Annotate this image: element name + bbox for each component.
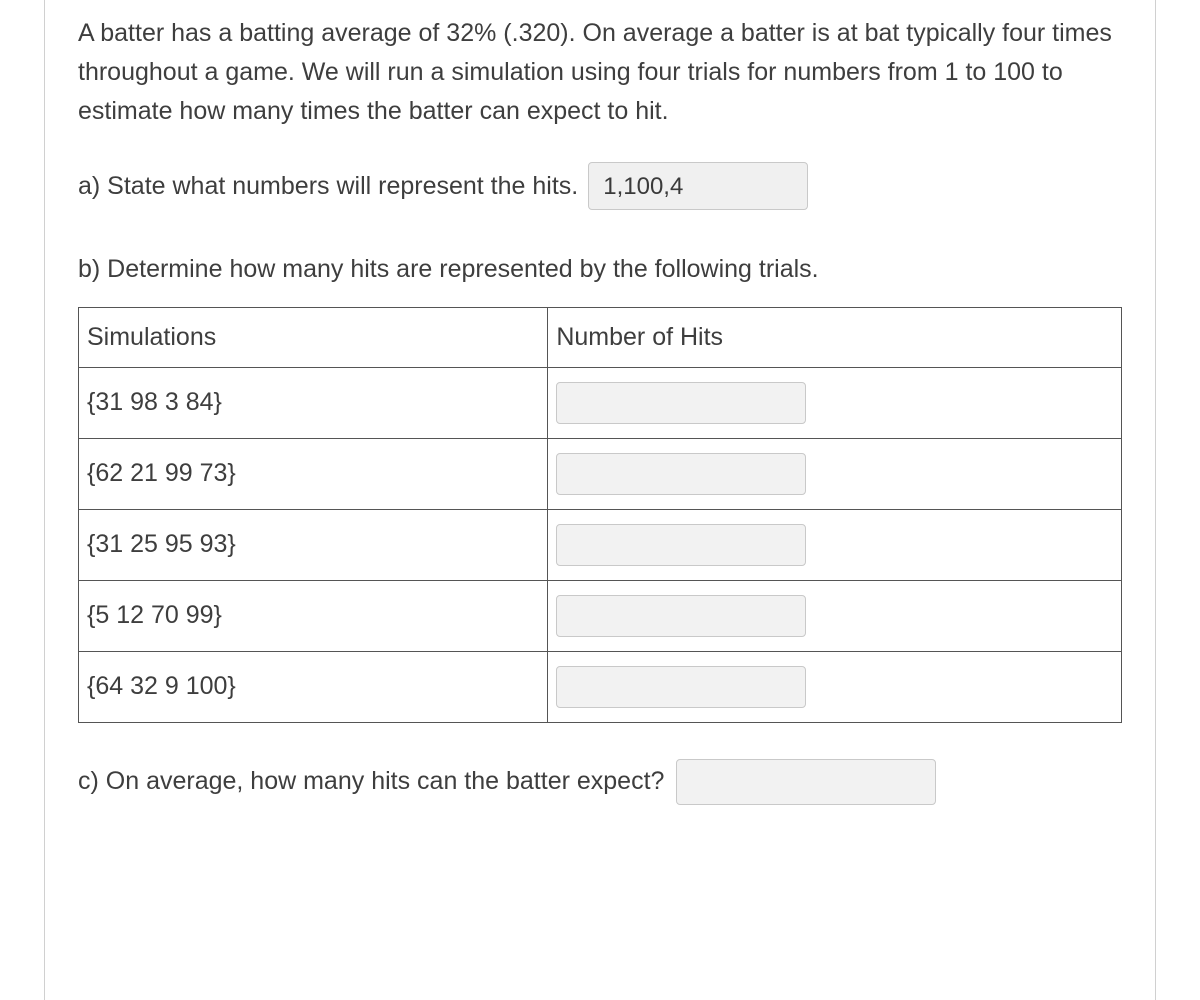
content-area: A batter has a batting average of 32% (.… — [78, 14, 1122, 805]
hits-input-4[interactable] — [556, 666, 806, 708]
sim-cell: {64 32 9 100} — [79, 651, 548, 722]
sim-cell: {31 98 3 84} — [79, 367, 548, 438]
hits-input-1[interactable] — [556, 453, 806, 495]
part-a-input[interactable]: 1,100,4 — [588, 162, 808, 210]
table-row: {64 32 9 100} — [79, 651, 1122, 722]
right-rule — [1155, 0, 1156, 1000]
part-b-label: b) Determine how many hits are represent… — [78, 250, 1122, 289]
table-row: {62 21 99 73} — [79, 438, 1122, 509]
header-simulations: Simulations — [79, 308, 548, 368]
sim-cell: {5 12 70 99} — [79, 580, 548, 651]
table-row: {31 25 95 93} — [79, 509, 1122, 580]
sim-cell: {31 25 95 93} — [79, 509, 548, 580]
table-row: {5 12 70 99} — [79, 580, 1122, 651]
part-c-row: c) On average, how many hits can the bat… — [78, 759, 1122, 805]
table-header-row: Simulations Number of Hits — [79, 308, 1122, 368]
part-a-row: a) State what numbers will represent the… — [78, 162, 1122, 210]
page-container: A batter has a batting average of 32% (.… — [0, 0, 1200, 1000]
hits-cell — [548, 367, 1122, 438]
problem-statement: A batter has a batting average of 32% (.… — [78, 14, 1122, 130]
left-rule — [44, 0, 45, 1000]
part-c-input[interactable] — [676, 759, 936, 805]
hits-input-2[interactable] — [556, 524, 806, 566]
header-hits: Number of Hits — [548, 308, 1122, 368]
sim-cell: {62 21 99 73} — [79, 438, 548, 509]
hits-cell — [548, 580, 1122, 651]
hits-cell — [548, 509, 1122, 580]
hits-input-3[interactable] — [556, 595, 806, 637]
hits-cell — [548, 651, 1122, 722]
hits-cell — [548, 438, 1122, 509]
simulation-table: Simulations Number of Hits {31 98 3 84} … — [78, 307, 1122, 723]
hits-input-0[interactable] — [556, 382, 806, 424]
part-a-label: a) State what numbers will represent the… — [78, 167, 578, 206]
table-row: {31 98 3 84} — [79, 367, 1122, 438]
part-c-label: c) On average, how many hits can the bat… — [78, 762, 664, 801]
